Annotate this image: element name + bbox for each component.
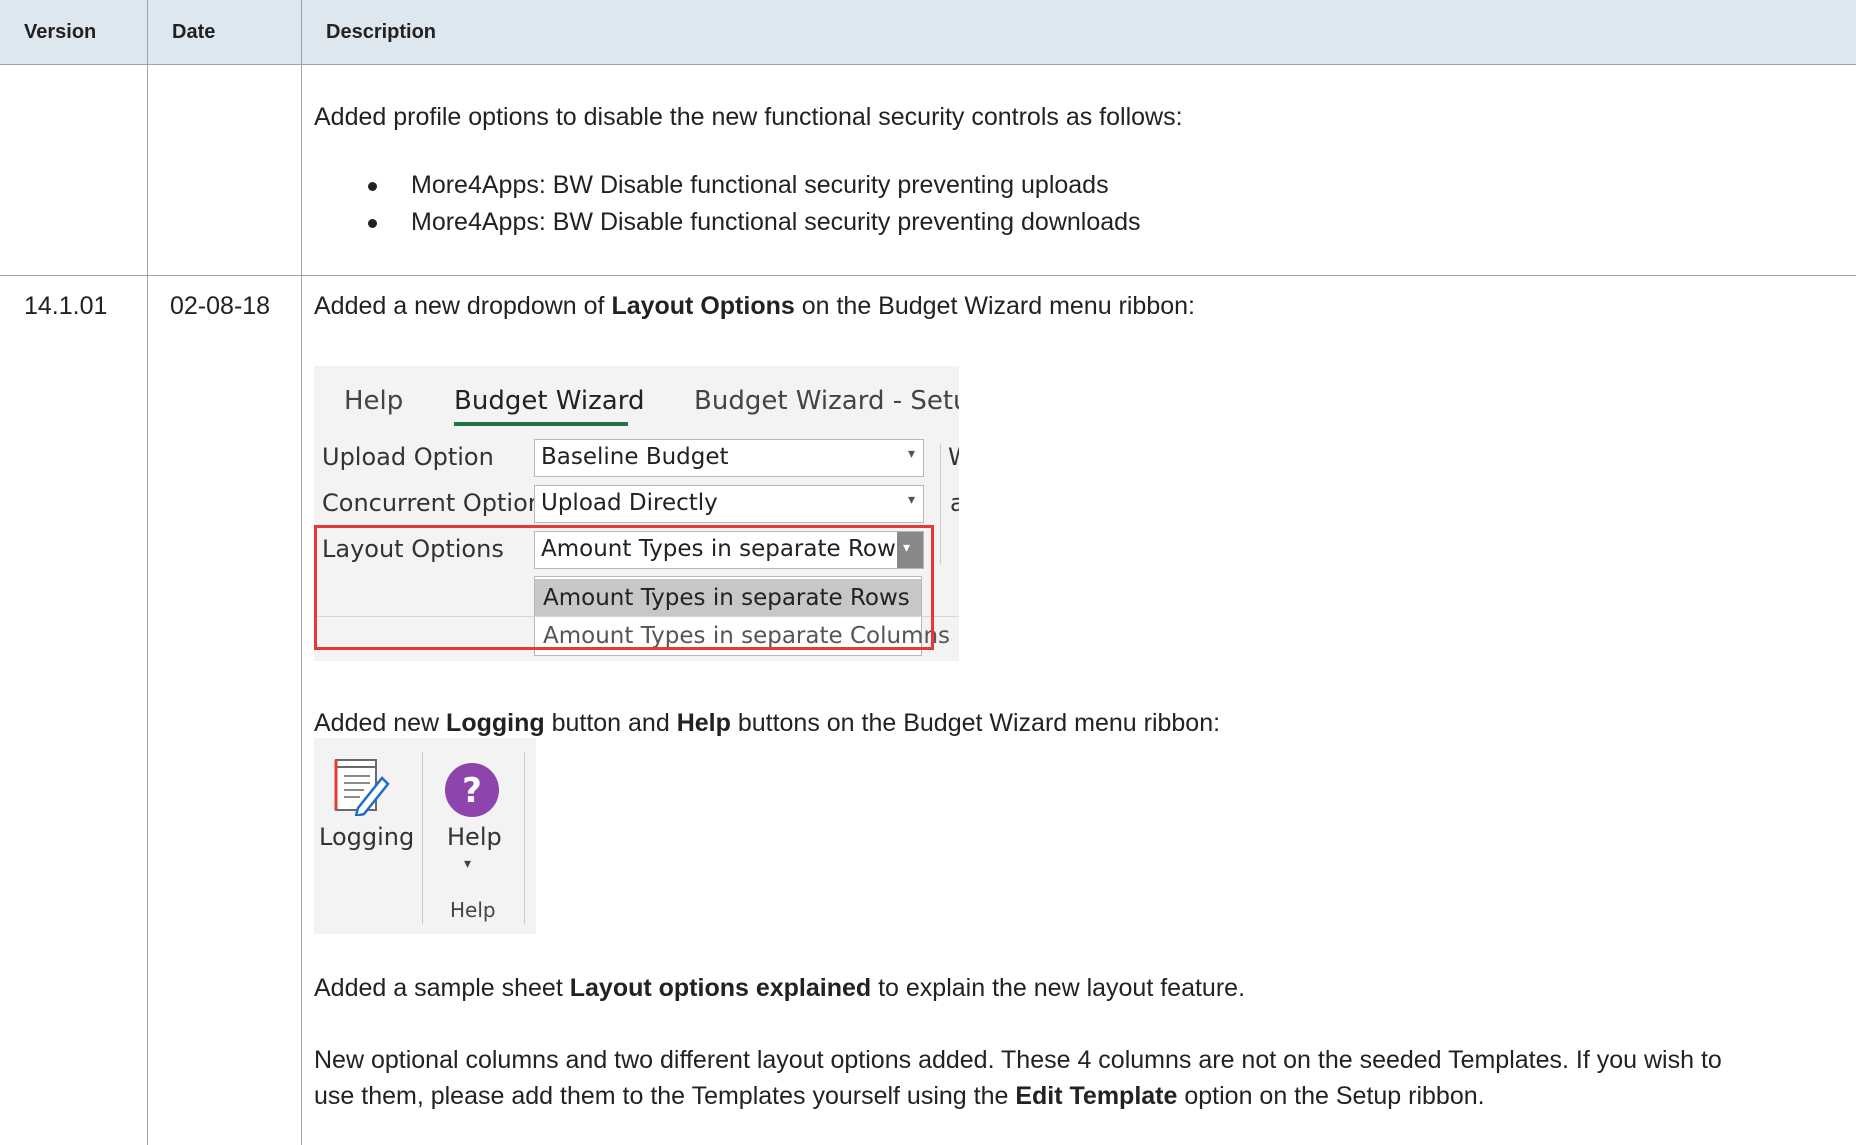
upload-option-value: Baseline Budget [541, 444, 729, 470]
row2-paragraph-2: Added new Logging button and Help button… [314, 709, 1221, 737]
bullet-icon [368, 219, 377, 228]
header-description: Description [326, 21, 437, 43]
header-date: Date [172, 21, 216, 43]
grid-line [301, 0, 302, 1145]
ribbon-separator [422, 752, 423, 924]
help-group-label: Help [450, 898, 496, 922]
logging-help-ribbon-screenshot: Logging ? Help ▾ Help [314, 738, 536, 934]
row-divider [0, 275, 1856, 276]
cropped-ribbon-text: W [948, 443, 959, 471]
row2-paragraph-3: Added a sample sheet Layout options expl… [314, 974, 1246, 1002]
svg-text:?: ? [462, 771, 482, 811]
row2-date: 02-08-18 [170, 292, 271, 320]
concurrent-option-label: Concurrent Option [322, 489, 543, 517]
chevron-down-icon: ▾ [907, 446, 915, 462]
bullet-icon [368, 182, 377, 191]
row2-paragraph-1: Added a new dropdown of Layout Options o… [314, 292, 1195, 320]
highlight-box [314, 525, 934, 650]
upload-option-label: Upload Option [322, 443, 494, 471]
help-button-label[interactable]: Help [447, 823, 502, 851]
active-tab-indicator [454, 422, 628, 426]
concurrent-option-value: Upload Directly [541, 490, 718, 516]
upload-option-select[interactable]: Baseline Budget ▾ [534, 439, 924, 477]
ribbon-separator [524, 752, 525, 924]
concurrent-option-select[interactable]: Upload Directly ▾ [534, 485, 924, 523]
chevron-down-icon: ▾ [907, 492, 915, 508]
chevron-down-icon[interactable]: ▾ [464, 856, 471, 872]
tab-budget-wizard[interactable]: Budget Wizard [454, 386, 644, 416]
row1-bullet-2: More4Apps: BW Disable functional securit… [411, 208, 1141, 236]
row2-paragraph-4-line-2: use them, please add them to the Templat… [314, 1082, 1485, 1110]
help-icon[interactable]: ? [444, 762, 500, 818]
row1-intro: Added profile options to disable the new… [314, 103, 1183, 131]
grid-line [147, 0, 148, 1145]
tab-help[interactable]: Help [344, 386, 403, 416]
row1-bullet-1: More4Apps: BW Disable functional securit… [411, 171, 1109, 199]
row2-version: 14.1.01 [24, 292, 108, 320]
logging-button-label[interactable]: Logging [319, 823, 414, 851]
cropped-ribbon-text: a [950, 489, 959, 517]
row2-paragraph-4-line-1: New optional columns and two different l… [314, 1046, 1722, 1074]
header-version: Version [24, 21, 97, 43]
logging-icon [334, 759, 390, 816]
tab-budget-wizard-setup[interactable]: Budget Wizard - Setup [694, 386, 959, 416]
ribbon-separator [940, 444, 941, 564]
